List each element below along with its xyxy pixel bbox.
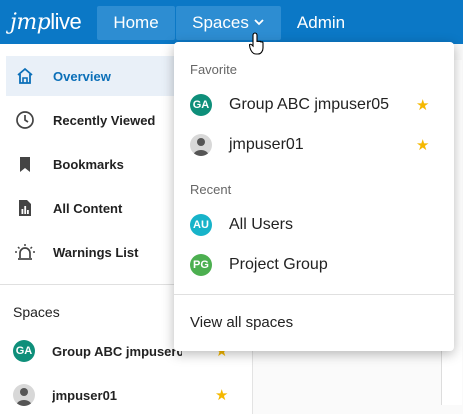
avatar: AU [190,214,212,236]
dropdown-item-all-users[interactable]: AU All Users [174,205,454,245]
avatar: GA [13,340,35,362]
nav-home-button[interactable]: Home [97,6,175,40]
dropdown-item-group-abc[interactable]: GA Group ABC jmpuser05 ★ [174,85,454,125]
sidebar-space-label: jmpuser01 [52,387,118,403]
sidebar-item-label: All Content [53,200,123,216]
sidebar-space-jmpuser01[interactable]: jmpuser01 ★ [13,380,248,410]
alarm-icon [14,241,36,263]
sidebar-item-label: Recently Viewed [53,112,156,128]
star-icon[interactable]: ★ [416,96,429,114]
nav-admin-label: Admin [296,13,346,32]
avatar: PG [190,254,212,276]
spaces-dropdown-menu: Favorite GA Group ABC jmpuser05 ★ jmpuse… [174,42,454,351]
logo-jmp-text: jmp [10,10,51,35]
star-icon[interactable]: ★ [416,136,429,154]
avatar [13,384,35,406]
chevron-down-icon [253,13,265,33]
avatar: GA [190,94,212,116]
sidebar-item-label: Bookmarks [53,156,124,172]
star-icon[interactable]: ★ [215,386,228,404]
dropdown-item-jmpuser01[interactable]: jmpuser01 ★ [174,125,454,165]
sidebar-item-label: Warnings List [53,244,139,260]
logo-live-text: live [50,9,82,34]
document-chart-icon [14,197,36,219]
dropdown-item-label: Group ABC jmpuser05 [229,96,390,113]
dropdown-item-label: All Users [229,216,294,233]
dropdown-item-label: jmpuser01 [229,136,304,153]
dropdown-item-label: Project Group [229,256,328,273]
recent-heading: Recent [190,182,232,197]
clock-icon [14,109,36,131]
top-navigation-bar: jmplive Home Spaces Admin [0,0,463,44]
sidebar-space-label: Group ABC jmpuser05 [52,343,182,359]
dropdown-item-project-group[interactable]: PG Project Group [174,245,454,285]
avatar [190,134,212,156]
nav-home-label: Home [113,13,159,32]
sidebar-item-label: Overview [53,68,111,84]
nav-admin-button[interactable]: Admin [282,6,360,40]
hand-cursor-icon [248,32,267,56]
sidebar-spaces-heading: Spaces [13,304,60,320]
dropdown-divider [174,294,454,295]
view-all-spaces-link[interactable]: View all spaces [190,314,293,331]
bookmark-icon [14,153,36,175]
jmp-live-logo[interactable]: jmplive [10,9,82,35]
favorite-heading: Favorite [190,62,237,77]
nav-spaces-label: Spaces [192,13,249,32]
home-icon [14,65,36,87]
